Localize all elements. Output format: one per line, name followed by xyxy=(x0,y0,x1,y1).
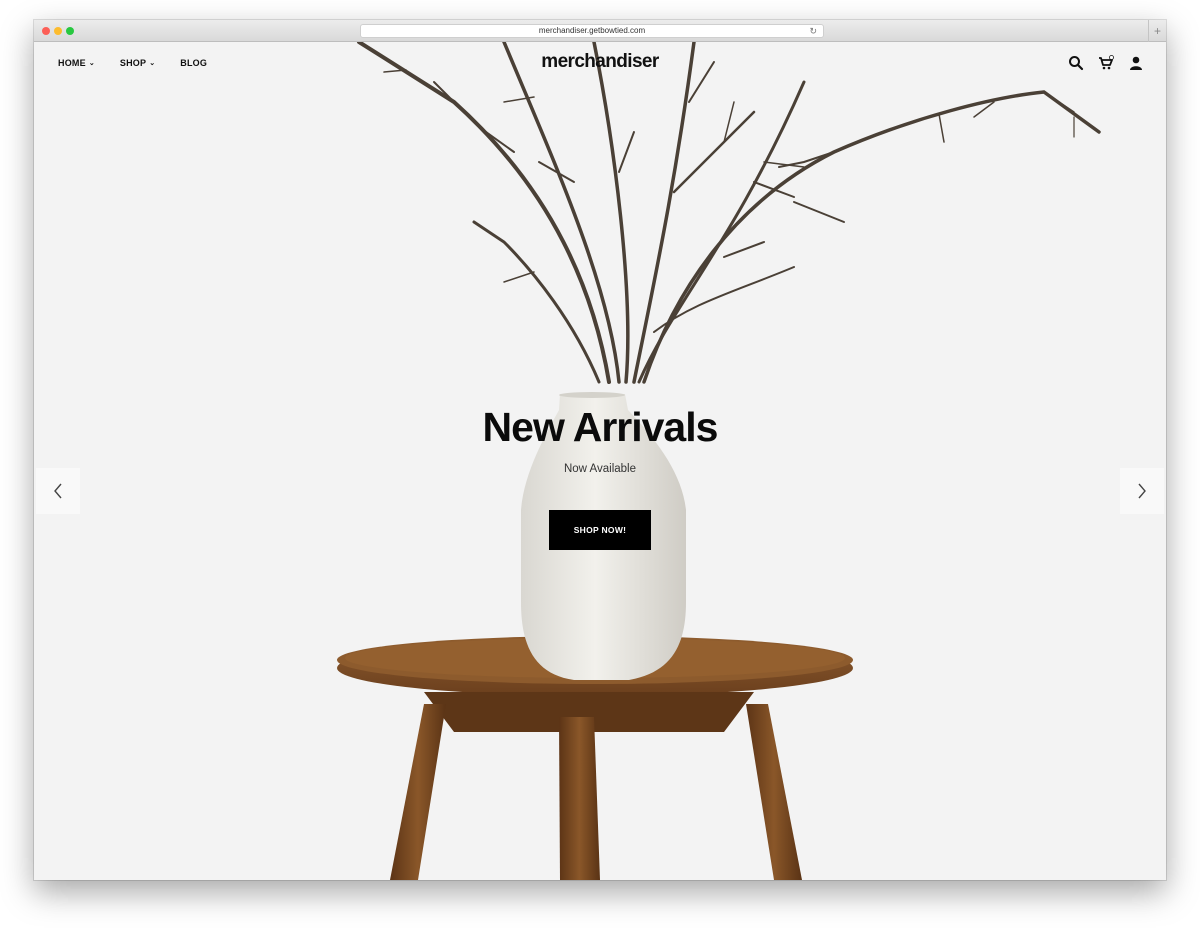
slider-next-button[interactable] xyxy=(1120,468,1164,514)
site-header: HOME ⌄ SHOP ⌄ BLOG merchandiser xyxy=(34,42,1166,86)
search-icon[interactable] xyxy=(1068,55,1084,71)
hero-title: New Arrivals xyxy=(482,404,719,450)
cart-icon[interactable] xyxy=(1098,55,1114,71)
chevron-right-icon xyxy=(1138,483,1146,499)
address-bar[interactable]: merchandiser.getbowtied.com ↻ xyxy=(360,24,824,38)
site-logo[interactable]: merchandiser xyxy=(34,51,1166,73)
shop-now-button[interactable]: SHOP NOW! xyxy=(549,510,651,550)
table-leg xyxy=(559,717,600,880)
hero-image xyxy=(34,42,1166,880)
close-window-button[interactable] xyxy=(42,27,50,35)
chevron-left-icon xyxy=(54,483,62,499)
address-bar-url: merchandiser.getbowtied.com xyxy=(538,26,646,35)
page-viewport: HOME ⌄ SHOP ⌄ BLOG merchandiser New Arri… xyxy=(34,42,1166,880)
header-actions xyxy=(1068,55,1144,71)
reload-icon[interactable]: ↻ xyxy=(809,25,817,37)
browser-toolbar: merchandiser.getbowtied.com ↻ + xyxy=(34,20,1166,42)
account-icon[interactable] xyxy=(1128,55,1144,71)
minimize-window-button[interactable] xyxy=(54,27,62,35)
browser-window: merchandiser.getbowtied.com ↻ + HOME ⌄ S… xyxy=(34,20,1166,880)
zoom-window-button[interactable] xyxy=(66,27,74,35)
hero-subtitle: Now Available xyxy=(563,463,637,475)
slider-prev-button[interactable] xyxy=(36,468,80,514)
new-tab-button[interactable]: + xyxy=(1148,20,1166,42)
